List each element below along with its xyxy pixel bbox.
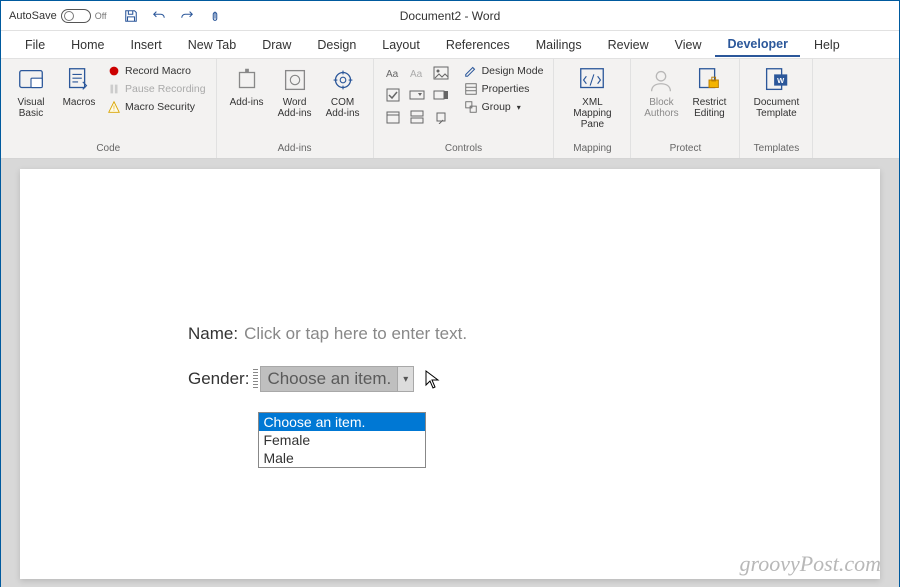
tab-layout[interactable]: Layout [370,34,432,56]
tab-file[interactable]: File [13,34,57,56]
group-addins: Add-ins Word Add-ins COM Add-ins Add-ins [217,59,374,158]
group-code: Visual Basic Macros Record Macro Pause R… [1,59,217,158]
block-authors-button[interactable]: Block Authors [639,63,683,121]
gender-combo[interactable]: Choose an item. ▾ Choose an item. Female… [253,366,414,392]
name-label: Name: [188,324,238,344]
autosave-toggle[interactable]: AutoSave Off [9,9,107,23]
pause-recording-button: Pause Recording [105,81,208,97]
controls-gallery-row2 [382,85,452,105]
plain-text-control-icon[interactable]: Aa [406,63,428,83]
macros-button[interactable]: Macros [57,63,101,110]
document-template-button[interactable]: W Document Template [748,63,804,121]
group-protect: Block Authors Restrict Editing Protect [631,59,740,158]
rich-text-control-icon[interactable]: Aa [382,63,404,83]
com-addins-button[interactable]: COM Add-ins [321,63,365,121]
dropdown-option-female[interactable]: Female [259,431,425,449]
repeating-section-control-icon[interactable] [406,107,428,127]
autosave-state: Off [95,11,107,21]
tab-draw[interactable]: Draw [250,34,303,56]
restrict-editing-button[interactable]: Restrict Editing [687,63,731,121]
redo-icon[interactable] [179,8,195,24]
tab-insert[interactable]: Insert [119,34,174,56]
combobox-control-icon[interactable] [406,85,428,105]
legacy-tools-icon[interactable] [430,107,452,127]
date-picker-control-icon[interactable] [382,107,404,127]
gender-field-row: Gender: Choose an item. ▾ Choose an item… [188,366,880,392]
group-templates: W Document Template Templates [740,59,813,158]
macro-security-button[interactable]: !Macro Security [105,99,208,115]
word-addins-button[interactable]: Word Add-ins [273,63,317,121]
ribbon: Visual Basic Macros Record Macro Pause R… [1,59,899,159]
group-button[interactable]: Group▾ [462,99,546,115]
name-field-row: Name: Click or tap here to enter text. [188,324,880,344]
touch-mouse-icon[interactable] [207,8,223,24]
workspace: Name: Click or tap here to enter text. G… [1,159,899,587]
record-macro-button[interactable]: Record Macro [105,63,208,79]
combo-selected-value: Choose an item. [260,366,398,392]
svg-text:Aa: Aa [410,69,423,80]
controls-gallery-row1: Aa Aa [382,63,452,83]
tab-home[interactable]: Home [59,34,116,56]
tab-newtab[interactable]: New Tab [176,34,248,56]
dropdown-option-male[interactable]: Male [259,449,425,467]
visual-basic-button[interactable]: Visual Basic [9,63,53,121]
tab-mailings[interactable]: Mailings [524,34,594,56]
mouse-cursor-icon [425,370,441,390]
combo-dropdown-arrow-icon[interactable]: ▾ [398,366,414,392]
tab-references[interactable]: References [434,34,522,56]
tab-developer[interactable]: Developer [715,33,799,57]
xml-mapping-pane-button[interactable]: XML Mapping Pane [562,63,622,132]
group-controls: Aa Aa Design Mode Properties G [374,59,555,158]
control-handle-icon[interactable] [253,369,258,389]
document-page[interactable]: Name: Click or tap here to enter text. G… [20,169,880,579]
title-bar: AutoSave Off Document2 - Word [1,1,899,31]
watermark: groovyPost.com [739,551,881,577]
tab-design[interactable]: Design [305,34,368,56]
tab-view[interactable]: View [663,34,714,56]
checkbox-control-icon[interactable] [382,85,404,105]
window-title: Document2 - Word [400,9,500,23]
quick-access-toolbar [123,8,223,24]
addins-button[interactable]: Add-ins [225,63,269,110]
svg-text:!: ! [113,106,115,113]
toggle-track [61,9,91,23]
tab-help[interactable]: Help [802,34,852,56]
design-mode-button[interactable]: Design Mode [462,63,546,79]
svg-text:Aa: Aa [386,69,399,80]
controls-gallery-row3 [382,107,452,127]
svg-text:W: W [778,76,786,85]
dropdown-control-icon[interactable] [430,85,452,105]
gender-dropdown-list: Choose an item. Female Male [258,412,426,468]
name-placeholder[interactable]: Click or tap here to enter text. [244,324,467,344]
ribbon-tabs: File Home Insert New Tab Draw Design Lay… [1,31,899,59]
properties-button[interactable]: Properties [462,81,546,97]
tab-review[interactable]: Review [596,34,661,56]
toggle-knob [64,11,74,21]
gender-label: Gender: [188,369,249,389]
save-icon[interactable] [123,8,139,24]
group-mapping: XML Mapping Pane Mapping [554,59,631,158]
undo-icon[interactable] [151,8,167,24]
dropdown-option-placeholder[interactable]: Choose an item. [259,413,425,431]
picture-control-icon[interactable] [430,63,452,83]
autosave-label: AutoSave [9,10,57,22]
